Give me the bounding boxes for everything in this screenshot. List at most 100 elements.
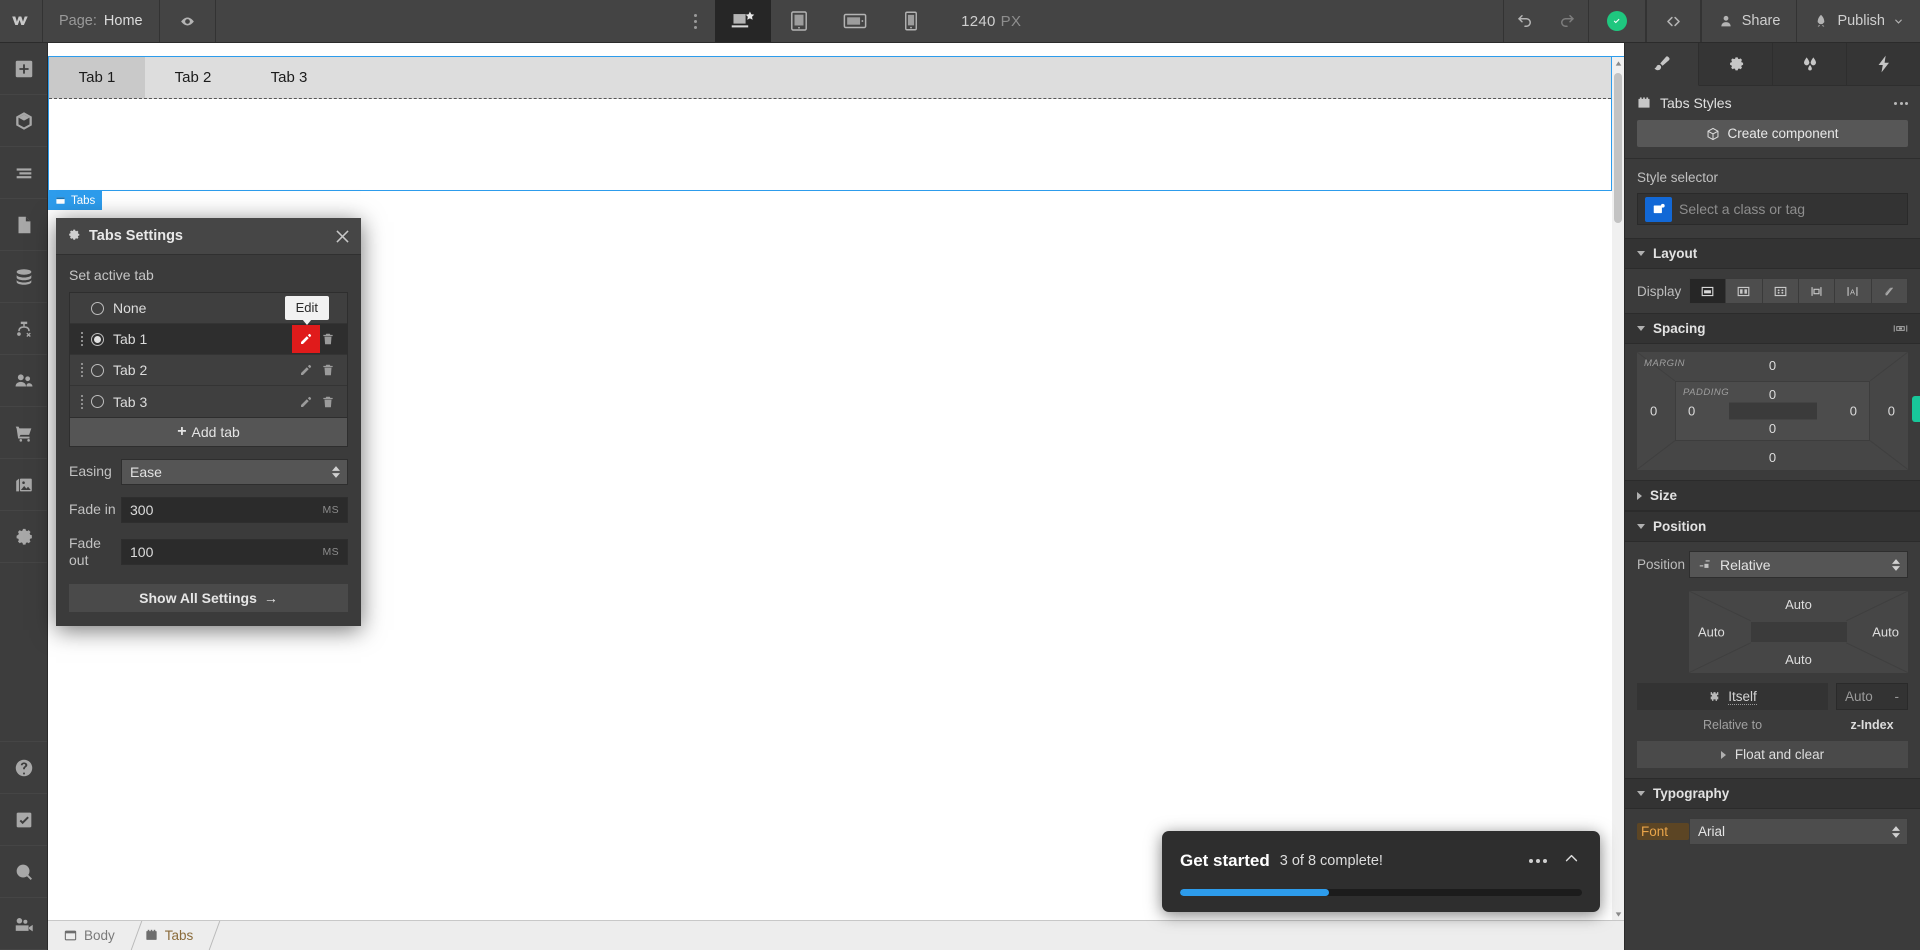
status-badge[interactable] — [1587, 0, 1646, 42]
edit-tab-3-icon[interactable] — [295, 391, 317, 413]
desktop-star-icon[interactable] — [715, 0, 772, 42]
eye-icon[interactable] — [160, 0, 216, 42]
tab-effects-panel[interactable] — [1847, 43, 1920, 86]
rail-item-search[interactable] — [0, 846, 47, 898]
float-and-clear-toggle[interactable]: Float and clear — [1637, 741, 1908, 768]
easing-select[interactable]: Ease — [121, 459, 348, 485]
canvas-scrollbar[interactable] — [1612, 57, 1624, 920]
font-select[interactable]: Arial — [1689, 818, 1908, 845]
show-all-settings-button[interactable]: Show All Settings → — [69, 584, 348, 613]
rail-item-assets[interactable] — [0, 459, 47, 511]
style-selector-input[interactable]: Select a class or tag — [1637, 193, 1908, 225]
breadcrumb-item-tabs[interactable]: Tabs — [129, 921, 208, 950]
drag-handle-icon[interactable] — [76, 363, 88, 377]
mobile-landscape-icon[interactable] — [827, 0, 883, 42]
tab-style-panel[interactable] — [1625, 43, 1699, 86]
display-none-button[interactable] — [1871, 278, 1908, 304]
section-position-header[interactable]: Position — [1625, 511, 1920, 542]
rail-item-settings[interactable] — [0, 511, 47, 563]
rail-item-users[interactable] — [0, 355, 47, 407]
rail-item-components[interactable] — [0, 95, 47, 147]
styles-more-icon[interactable] — [1894, 101, 1908, 105]
edit-tab-2-icon[interactable] — [295, 359, 317, 381]
scroll-down-arrow[interactable] — [1612, 908, 1624, 920]
tabs-widget[interactable]: Tab 1 Tab 2 Tab 3 — [48, 57, 1612, 191]
tabs-content[interactable] — [49, 99, 1611, 189]
rail-item-pages[interactable] — [0, 199, 47, 251]
tab-settings-panel[interactable] — [1699, 43, 1773, 86]
breadcrumb-item-body[interactable]: Body — [48, 921, 129, 950]
section-size-header[interactable]: Size — [1625, 480, 1920, 511]
scroll-up-arrow[interactable] — [1612, 57, 1624, 69]
section-spacing-header[interactable]: Spacing — [1625, 313, 1920, 344]
rail-item-navigator[interactable] — [0, 147, 47, 199]
section-typography-header[interactable]: Typography — [1625, 778, 1920, 809]
fade-out-input[interactable]: 100 MS — [121, 539, 348, 566]
rail-item-help[interactable] — [0, 742, 47, 794]
tab-row-tab-3[interactable]: Tab 3 — [70, 386, 347, 417]
font-stepper[interactable] — [1892, 825, 1900, 838]
padding-right-value[interactable]: 0 — [1850, 404, 1857, 419]
delete-tab-1-icon[interactable] — [317, 328, 339, 350]
padding-top-value[interactable]: 0 — [1769, 387, 1776, 402]
position-top-value[interactable]: Auto — [1785, 597, 1812, 612]
vertical-dots-icon[interactable] — [675, 0, 715, 42]
display-block-button[interactable] — [1689, 278, 1727, 304]
padding-left-value[interactable]: 0 — [1688, 404, 1695, 419]
position-left-value[interactable]: Auto — [1698, 625, 1725, 640]
mobile-portrait-icon[interactable] — [883, 0, 939, 42]
chevron-up-icon[interactable] — [1561, 846, 1582, 876]
rail-item-ecommerce[interactable] — [0, 407, 47, 459]
delete-tab-3-icon[interactable] — [317, 391, 339, 413]
canvas-tab-3[interactable]: Tab 3 — [241, 57, 337, 98]
tab-row-tab-2[interactable]: Tab 2 — [70, 355, 347, 386]
radio-none[interactable] — [91, 301, 104, 315]
tab-interactions-panel[interactable] — [1773, 43, 1847, 86]
spacing-mode-icon[interactable] — [1893, 321, 1908, 336]
position-right-value[interactable]: Auto — [1872, 625, 1899, 640]
drag-handle-icon[interactable] — [76, 394, 88, 409]
margin-left-value[interactable]: 0 — [1650, 404, 1657, 419]
z-index-input[interactable]: Auto - — [1836, 683, 1908, 710]
rail-item-add-elements[interactable] — [0, 43, 47, 95]
margin-top-value[interactable]: 0 — [1769, 358, 1776, 373]
drag-handle-icon[interactable] — [76, 332, 88, 346]
page-selector[interactable]: Page: Home — [43, 0, 160, 42]
tablet-icon[interactable] — [771, 0, 827, 42]
publish-button[interactable]: Publish — [1796, 0, 1920, 42]
position-bottom-value[interactable]: Auto — [1785, 652, 1812, 667]
scrollbar-thumb[interactable] — [1614, 73, 1622, 223]
position-select[interactable]: Relative — [1689, 551, 1908, 578]
margin-right-value[interactable]: 0 — [1888, 404, 1895, 419]
close-icon[interactable] — [334, 228, 350, 244]
edit-tab-1-icon[interactable] — [295, 328, 317, 350]
section-layout-header[interactable]: Layout — [1625, 238, 1920, 269]
delete-tab-2-icon[interactable] — [317, 359, 339, 381]
share-button[interactable]: Share — [1700, 0, 1797, 42]
display-grid-button[interactable] — [1762, 278, 1799, 304]
rail-item-logic[interactable] — [0, 303, 47, 355]
padding-bottom-value[interactable]: 0 — [1769, 421, 1776, 436]
margin-bottom-value[interactable]: 0 — [1769, 450, 1776, 465]
redo-icon[interactable] — [1546, 0, 1588, 42]
tab-row-tab-1[interactable]: Tab 1 Edit — [70, 296, 347, 355]
rail-item-audit[interactable] — [0, 794, 47, 846]
add-tab-button[interactable]: + Add tab — [69, 418, 348, 447]
horizontal-dots-icon[interactable] — [1525, 855, 1551, 867]
canvas-tab-1[interactable]: Tab 1 — [49, 57, 145, 98]
radio-tab-1[interactable] — [91, 332, 104, 346]
relative-to-button[interactable]: Itself — [1637, 683, 1828, 710]
viewport-width[interactable]: 1240 PX — [939, 0, 1043, 42]
easing-stepper[interactable] — [332, 466, 340, 478]
position-stepper[interactable] — [1892, 558, 1900, 571]
display-inline-block-button[interactable] — [1798, 278, 1836, 304]
code-brackets-icon[interactable] — [1645, 0, 1701, 42]
webflow-logo-icon[interactable] — [0, 0, 43, 42]
radio-tab-3[interactable] — [91, 395, 104, 408]
undo-icon[interactable] — [1504, 0, 1546, 42]
fade-in-input[interactable]: 300 MS — [121, 497, 348, 523]
spacing-green-handle[interactable] — [1912, 396, 1920, 422]
display-flex-button[interactable] — [1726, 278, 1763, 304]
create-component-button[interactable]: Create component — [1637, 120, 1908, 147]
rail-item-video[interactable] — [0, 898, 47, 950]
